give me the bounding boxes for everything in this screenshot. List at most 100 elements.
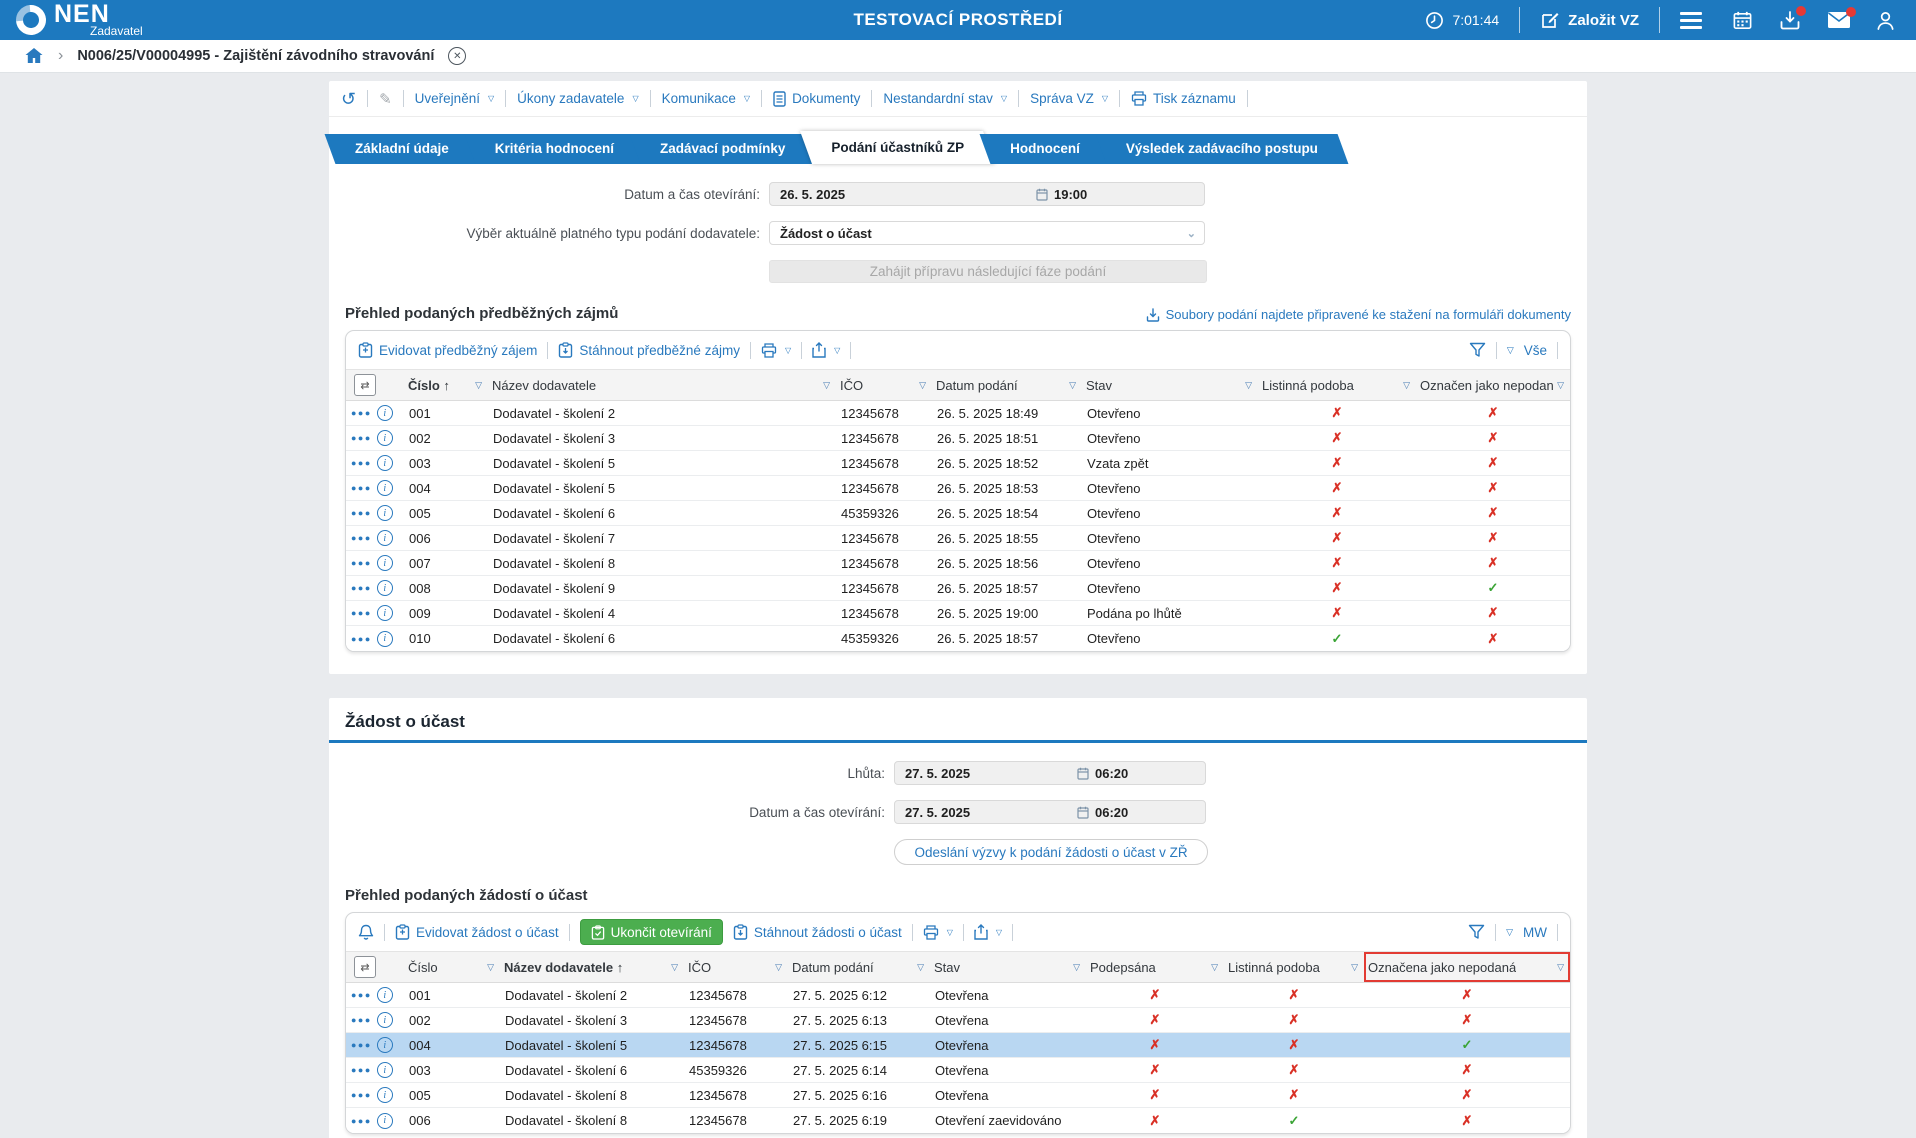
table-row[interactable]: ●●●i006Dodavatel - školení 71234567826. … bbox=[346, 526, 1570, 551]
tab-zakladni-udaje[interactable]: Základní údaje bbox=[335, 134, 469, 164]
download-interests-button[interactable]: Stáhnout předběžné zájmy bbox=[558, 342, 740, 358]
start-next-phase-button[interactable]: Zahájit přípravu následující fáze podání bbox=[769, 260, 1207, 283]
tab-zadavaci-podminky[interactable]: Zadávací podmínky bbox=[640, 134, 805, 164]
table-row[interactable]: ●●●i001Dodavatel - školení 21234567826. … bbox=[346, 401, 1570, 426]
row-info-icon[interactable]: i bbox=[377, 505, 393, 521]
row-info-icon[interactable]: i bbox=[377, 987, 393, 1003]
column-filter-icon[interactable]: ▽ bbox=[471, 380, 482, 391]
calendar-button[interactable] bbox=[1732, 10, 1753, 31]
deadline-input[interactable]: 27. 5. 2025 06:20 bbox=[894, 761, 1206, 785]
finish-opening-button[interactable]: Ukončit otevírání bbox=[580, 919, 723, 945]
menu-icon[interactable] bbox=[1680, 12, 1702, 29]
column-header[interactable]: Listinná podoba ▽ bbox=[1224, 952, 1364, 982]
row-info-icon[interactable]: i bbox=[377, 605, 393, 621]
row-info-icon[interactable]: i bbox=[377, 405, 393, 421]
column-filter-icon[interactable]: ▽ bbox=[915, 380, 926, 391]
row-actions-icon[interactable]: ●●● bbox=[351, 1090, 372, 1100]
row-actions-icon[interactable]: ●●● bbox=[351, 458, 372, 468]
column-filter-icon[interactable]: ▽ bbox=[819, 380, 830, 391]
menu-dokumenty[interactable]: Dokumenty bbox=[773, 91, 860, 107]
row-actions-icon[interactable]: ●●● bbox=[351, 533, 372, 543]
print-table-button[interactable]: ▽ bbox=[761, 343, 791, 358]
row-actions-icon[interactable]: ●●● bbox=[351, 508, 372, 518]
menu-komunikace[interactable]: Komunikace▽ bbox=[662, 91, 750, 106]
close-icon[interactable]: ✕ bbox=[448, 47, 466, 65]
user-profile-button[interactable] bbox=[1875, 10, 1896, 31]
row-info-icon[interactable]: i bbox=[377, 430, 393, 446]
tab-vysledek-zadavaciho-postupu[interactable]: Výsledek zadávacího postupu bbox=[1106, 134, 1338, 164]
table-row[interactable]: ●●●i006Dodavatel - školení 81234567827. … bbox=[346, 1108, 1570, 1133]
column-filter-icon[interactable]: ▽ bbox=[1553, 380, 1564, 391]
history-icon[interactable]: ↺ bbox=[341, 90, 356, 108]
breadcrumb-item[interactable]: N006/25/V00004995 - Zajištění závodního … bbox=[77, 48, 434, 64]
column-header[interactable]: Označena jako nepodaná ▽ bbox=[1364, 952, 1570, 982]
tab-kriteria-hodnoceni[interactable]: Kritéria hodnocení bbox=[475, 134, 634, 164]
row-actions-icon[interactable]: ●●● bbox=[351, 583, 372, 593]
column-filter-icon[interactable]: ▽ bbox=[1207, 962, 1218, 973]
messages-button[interactable] bbox=[1827, 11, 1851, 29]
column-header[interactable]: IČO ▽ bbox=[684, 952, 788, 982]
column-header[interactable]: Podepsána ▽ bbox=[1086, 952, 1224, 982]
pencil-icon[interactable]: ✎ bbox=[379, 90, 392, 108]
column-filter-icon[interactable]: ▽ bbox=[1553, 962, 1564, 973]
table-row[interactable]: ●●●i008Dodavatel - školení 91234567826. … bbox=[346, 576, 1570, 601]
column-header[interactable]: Číslo ↑▽ bbox=[404, 370, 488, 400]
menu-uverejneni[interactable]: Uveřejnění▽ bbox=[415, 91, 494, 106]
table-row[interactable]: ●●●i005Dodavatel - školení 64535932626. … bbox=[346, 501, 1570, 526]
column-filter-icon[interactable]: ▽ bbox=[771, 962, 782, 973]
dropdown-caret-icon[interactable]: ▽ bbox=[947, 928, 953, 937]
column-header[interactable]: Označen jako nepodaný ▽ bbox=[1416, 370, 1570, 400]
row-info-icon[interactable]: i bbox=[377, 580, 393, 596]
print-table-button[interactable]: ▽ bbox=[923, 925, 953, 940]
column-header[interactable]: Číslo ▽ bbox=[404, 952, 500, 982]
table-row[interactable]: ●●●i002Dodavatel - školení 31234567826. … bbox=[346, 426, 1570, 451]
table-row[interactable]: ●●●i007Dodavatel - školení 81234567826. … bbox=[346, 551, 1570, 576]
filter-scope-label[interactable]: MW bbox=[1523, 925, 1547, 940]
calendar-icon[interactable] bbox=[1077, 806, 1089, 819]
row-info-icon[interactable]: i bbox=[377, 1087, 393, 1103]
row-actions-icon[interactable]: ●●● bbox=[351, 990, 372, 1000]
row-actions-icon[interactable]: ●●● bbox=[351, 634, 372, 644]
column-header[interactable]: Stav ▽ bbox=[1082, 370, 1258, 400]
row-info-icon[interactable]: i bbox=[377, 631, 393, 647]
column-chooser-icon[interactable]: ⇄ bbox=[354, 956, 376, 978]
row-actions-icon[interactable]: ●●● bbox=[351, 433, 372, 443]
downloads-button[interactable] bbox=[1779, 10, 1801, 31]
row-info-icon[interactable]: i bbox=[377, 480, 393, 496]
column-header[interactable]: Stav ▽ bbox=[930, 952, 1086, 982]
table-row[interactable]: ●●●i009Dodavatel - školení 41234567826. … bbox=[346, 601, 1570, 626]
table-row[interactable]: ●●●i010Dodavatel - školení 64535932626. … bbox=[346, 626, 1570, 651]
send-invitation-button[interactable]: Odeslání výzvy k podání žádosti o účast … bbox=[894, 839, 1208, 865]
menu-ukony-zadavatele[interactable]: Úkony zadavatele▽ bbox=[517, 91, 638, 106]
add-interest-button[interactable]: Evidovat předběžný zájem bbox=[358, 342, 537, 358]
column-filter-icon[interactable]: ▽ bbox=[483, 962, 494, 973]
row-actions-icon[interactable]: ●●● bbox=[351, 558, 372, 568]
column-header[interactable]: Název dodavatele ↑▽ bbox=[500, 952, 684, 982]
export-button[interactable]: ▽ bbox=[974, 924, 1002, 940]
calendar-icon[interactable] bbox=[1036, 188, 1048, 201]
bell-icon[interactable] bbox=[358, 924, 374, 941]
home-icon[interactable] bbox=[24, 46, 44, 66]
column-chooser-icon[interactable]: ⇄ bbox=[354, 374, 376, 396]
table-row[interactable]: ●●●i002Dodavatel - školení 31234567827. … bbox=[346, 1008, 1570, 1033]
row-actions-icon[interactable]: ●●● bbox=[351, 483, 372, 493]
submission-files-link[interactable]: Soubory podání najdete připravené ke sta… bbox=[1146, 307, 1571, 322]
column-filter-icon[interactable]: ▽ bbox=[1069, 962, 1080, 973]
column-filter-icon[interactable]: ▽ bbox=[1065, 380, 1076, 391]
column-header[interactable]: Název dodavatele ▽ bbox=[488, 370, 836, 400]
row-info-icon[interactable]: i bbox=[377, 455, 393, 471]
column-filter-icon[interactable]: ▽ bbox=[1241, 380, 1252, 391]
opening-datetime-input[interactable]: 26. 5. 2025 19:00 bbox=[769, 182, 1205, 206]
download-requests-button[interactable]: Stáhnout žádosti o účast bbox=[733, 924, 902, 940]
row-actions-icon[interactable]: ●●● bbox=[351, 1040, 372, 1050]
filter-scope-label[interactable]: Vše bbox=[1524, 343, 1547, 358]
table-row[interactable]: ●●●i003Dodavatel - školení 64535932627. … bbox=[346, 1058, 1570, 1083]
scope-caret-icon[interactable]: ▽ bbox=[1507, 345, 1514, 356]
column-header[interactable]: Datum podání ▽ bbox=[932, 370, 1082, 400]
column-filter-icon[interactable]: ▽ bbox=[667, 962, 678, 973]
column-header[interactable]: Datum podání ▽ bbox=[788, 952, 930, 982]
create-vz-button[interactable]: Založit VZ bbox=[1540, 10, 1639, 30]
table-row[interactable]: ●●●i001Dodavatel - školení 21234567827. … bbox=[346, 983, 1570, 1008]
row-actions-icon[interactable]: ●●● bbox=[351, 1015, 372, 1025]
column-header[interactable]: Listinná podoba ▽ bbox=[1258, 370, 1416, 400]
